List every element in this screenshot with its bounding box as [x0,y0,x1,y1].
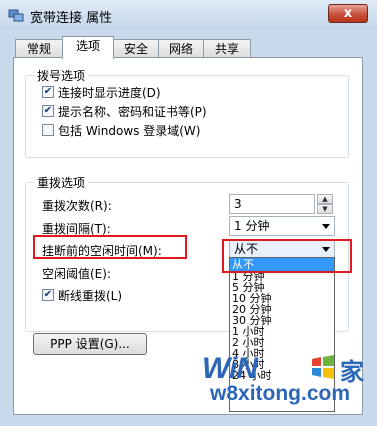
network-connection-icon [8,9,24,22]
tab-sharing[interactable]: 共享 [203,39,251,58]
redial-on-drop-label: 断线重拨(L) [58,289,123,303]
redial-options-title: 重拨选项 [34,174,89,191]
include-domain-checkbox[interactable] [42,124,54,136]
annotation-box-label [33,235,187,259]
chevron-down-icon [322,224,330,229]
redial-interval-value: 1 分钟 [234,219,270,233]
dial-options-title: 拨号选项 [34,67,89,84]
ppp-settings-button[interactable]: PPP 设置(G)... [33,333,147,355]
watermark: WiN 家 w8xitong.com [190,352,370,412]
annotation-box-dropdown [222,239,352,273]
prompt-credentials-label: 提示名称、密码和证书等(P) [58,105,207,119]
windows-flag-icon [312,355,334,379]
watermark-logo: WiN [202,352,258,385]
redial-attempts-label: 重拨次数(R): [42,199,112,213]
redial-interval-select[interactable]: 1 分钟 [229,216,335,236]
tab-general[interactable]: 常规 [15,39,63,58]
watermark-site: w8xitong.com [210,382,351,405]
redial-on-drop-checkbox[interactable]: ✔ [42,289,54,301]
title-bar[interactable]: 宽带连接 属性 x [0,0,377,30]
idle-threshold-label: 空闲阈值(E): [42,267,111,281]
tab-options[interactable]: 选项 [62,36,114,59]
show-progress-checkbox[interactable]: ✔ [42,86,54,98]
spin-up-button[interactable]: ▲ [317,194,333,204]
tab-security[interactable]: 安全 [113,39,159,58]
properties-window: 宽带连接 属性 x 常规 选项 安全 网络 共享 拨号选项 ✔ 连接时显示进度(… [0,0,377,426]
redial-attempts-input[interactable]: 3 [229,194,315,214]
window-title: 宽带连接 属性 [30,11,113,26]
show-progress-label: 连接时显示进度(D) [58,86,161,100]
close-button[interactable]: x [328,4,368,23]
tab-network[interactable]: 网络 [158,39,204,58]
include-domain-label: 包括 Windows 登录域(W) [58,124,201,138]
prompt-credentials-checkbox[interactable]: ✔ [42,105,54,117]
spin-down-button[interactable]: ▼ [317,204,333,214]
